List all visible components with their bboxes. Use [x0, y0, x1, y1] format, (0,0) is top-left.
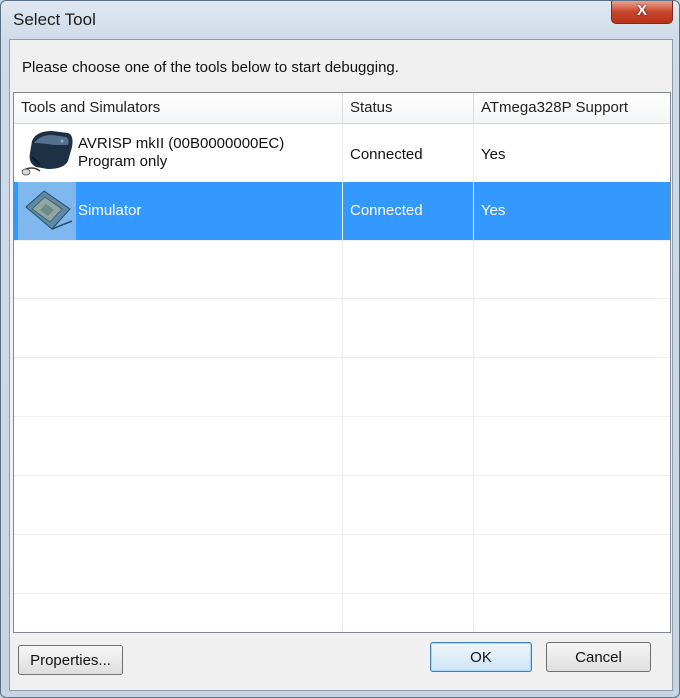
empty-row: [14, 240, 670, 299]
tool-row-avrisp[interactable]: AVRISP mkII (00B0000000EC) Program only …: [14, 124, 670, 183]
title-bar: Select Tool X: [1, 1, 679, 39]
empty-row: [14, 417, 670, 476]
tool-subtitle: Program only: [78, 153, 168, 170]
column-header-support[interactable]: ATmega328P Support: [474, 93, 670, 123]
instruction-text: Please choose one of the tools below to …: [22, 59, 399, 76]
empty-row: [14, 594, 670, 632]
properties-button[interactable]: Properties...: [18, 645, 123, 675]
tool-row-simulator[interactable]: Simulator Connected Yes: [14, 182, 670, 241]
tool-cell: Simulator: [14, 182, 342, 240]
status-cell: Connected: [350, 146, 423, 163]
close-button[interactable]: X: [611, 1, 673, 24]
empty-row: [14, 535, 670, 594]
tool-name: AVRISP mkII (00B0000000EC): [78, 135, 285, 152]
empty-row: [14, 358, 670, 417]
tools-list[interactable]: Tools and Simulators Status ATmega328P S…: [13, 92, 671, 633]
empty-row: [14, 299, 670, 358]
programmer-device-icon: [21, 131, 73, 176]
simulator-chip-icon: [25, 190, 73, 230]
column-header-tools[interactable]: Tools and Simulators: [14, 93, 342, 123]
select-tool-dialog: Select Tool X Please choose one of the t…: [0, 0, 680, 698]
support-cell: Yes: [481, 146, 506, 163]
tool-name: Simulator: [78, 202, 142, 219]
support-cell: Yes: [481, 202, 506, 219]
column-header-status[interactable]: Status: [343, 93, 473, 123]
dialog-body: Please choose one of the tools below to …: [9, 39, 673, 691]
empty-row: [14, 476, 670, 535]
close-icon: X: [636, 2, 647, 19]
ok-button[interactable]: OK: [430, 642, 532, 672]
cancel-button[interactable]: Cancel: [546, 642, 651, 672]
status-cell: Connected: [350, 202, 423, 219]
window-title: Select Tool: [13, 10, 96, 29]
list-header: Tools and Simulators Status ATmega328P S…: [14, 93, 670, 124]
tool-cell: AVRISP mkII (00B0000000EC) Program only: [14, 124, 342, 182]
